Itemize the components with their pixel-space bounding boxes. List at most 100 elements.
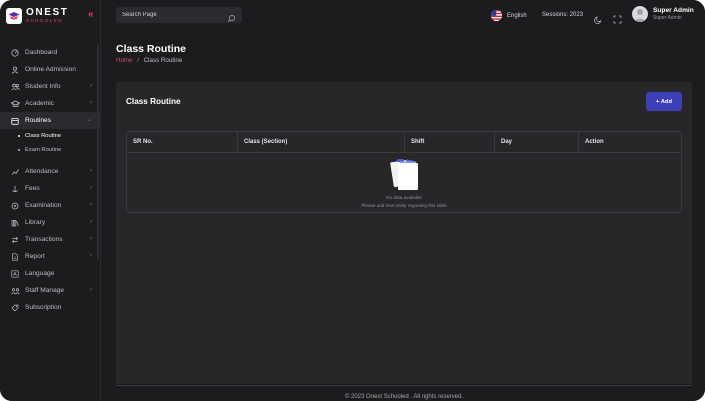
breadcrumb-separator: /	[137, 57, 139, 64]
chevron-right-icon: ›	[90, 168, 92, 174]
bullet-icon	[18, 149, 20, 151]
report-icon	[10, 252, 20, 262]
add-button[interactable]: + Add	[646, 92, 682, 111]
sidebar-subitem-label: Class Routine	[25, 133, 62, 139]
us-flag-icon	[491, 10, 502, 21]
sidebar-item-library[interactable]: Library ›	[0, 214, 100, 231]
sidebar-item-online-admission[interactable]: Online Admission	[0, 61, 100, 78]
calendar-icon	[10, 116, 20, 126]
subscription-icon	[10, 303, 20, 313]
breadcrumb-current: Class Routine	[143, 57, 183, 64]
user-menu[interactable]: Super Admin Super Admin	[632, 6, 694, 22]
sidebar-item-label: Attendance	[25, 168, 59, 175]
sidebar-item-transactions[interactable]: Transactions ›	[0, 231, 100, 248]
user-name: Super Admin	[653, 6, 694, 14]
library-icon	[10, 218, 20, 228]
footer: © 2023 Onest Schooled . All rights reser…	[116, 385, 692, 401]
collapse-sidebar-icon[interactable]: «	[88, 9, 94, 20]
sidebar-item-academic[interactable]: Academic ›	[0, 95, 100, 112]
column-header-class-section[interactable]: Class (Section)	[238, 132, 405, 152]
avatar	[632, 6, 648, 22]
sidebar-item-label: Staff Manage	[25, 287, 65, 294]
sidebar-item-label: Routines	[25, 117, 52, 124]
sidebar-subitem-class-routine[interactable]: Class Routine	[0, 129, 100, 143]
sidebar-item-dashboard[interactable]: Dashboard	[0, 44, 100, 61]
card-title: Class Routine	[126, 97, 181, 106]
breadcrumb: Home / Class Routine	[116, 57, 182, 64]
column-header-shift[interactable]: Shift	[405, 132, 495, 152]
empty-title: No data available	[386, 195, 422, 200]
sidebar-item-routines[interactable]: Routines ⌄	[0, 112, 100, 129]
breadcrumb-home-link[interactable]: Home	[116, 57, 133, 64]
class-routine-table: SR No. Class (Section) Shift Day Action	[126, 131, 682, 213]
dashboard-icon	[10, 48, 20, 58]
column-header-sr-no[interactable]: SR No.	[127, 132, 238, 152]
brand-logo[interactable]: ONEST SCHOOLED	[6, 7, 68, 25]
chevron-right-icon: ›	[90, 219, 92, 225]
sidebar-subitem-exam-routine[interactable]: Exam Routine	[0, 143, 100, 157]
examination-icon	[10, 201, 20, 211]
sidebar-item-label: Online Admission	[25, 66, 76, 73]
class-routine-card: Class Routine + Add SR No. Class (Sectio…	[116, 82, 692, 384]
sidebar-subitem-label: Exam Routine	[25, 147, 62, 153]
column-header-action: Action	[585, 139, 604, 145]
sidebar-item-language[interactable]: Language	[0, 265, 100, 282]
empty-documents-icon	[389, 156, 421, 197]
sidebar-menu: Dashboard Online Admission Student Info …	[0, 44, 100, 316]
search-icon[interactable]	[227, 10, 236, 28]
sidebar-item-label: Examination	[25, 202, 62, 209]
sidebar-scrollbar[interactable]	[97, 44, 99, 260]
sidebar-item-fees[interactable]: Fees ›	[0, 180, 100, 197]
chevron-down-icon: ⌄	[86, 117, 92, 123]
chevron-right-icon: ›	[90, 100, 92, 106]
session-label[interactable]: Sessions: 2023	[542, 12, 583, 18]
bullet-icon	[18, 135, 20, 137]
chevron-right-icon: ›	[90, 185, 92, 191]
language-icon	[10, 269, 20, 279]
sidebar-item-staff-manage[interactable]: Staff Manage ›	[0, 282, 100, 299]
chevron-right-icon: ›	[90, 253, 92, 259]
empty-subtitle: Please add new entity regarding this tab…	[361, 203, 447, 208]
attendance-icon	[10, 167, 20, 177]
sidebar-item-label: Academic	[25, 100, 54, 107]
sidebar-item-label: Library	[25, 219, 46, 226]
chevron-right-icon: ›	[90, 83, 92, 89]
user-role: Super Admin	[653, 14, 682, 21]
chevron-right-icon: ›	[90, 236, 92, 242]
sidebar-item-label: Subscription	[25, 304, 62, 311]
sidebar-item-label: Report	[25, 253, 45, 260]
sidebar-item-student-info[interactable]: Student Info ›	[0, 78, 100, 95]
empty-state: No data available Please add new entity …	[127, 153, 681, 213]
graduation-cap-logo-icon	[6, 8, 22, 24]
sidebar-item-label: Student Info	[25, 83, 61, 90]
search-input[interactable]	[122, 12, 222, 18]
chevron-right-icon: ›	[90, 202, 92, 208]
page-title: Class Routine	[116, 43, 187, 55]
theme-toggle-icon[interactable]	[594, 11, 603, 29]
sidebar-item-attendance[interactable]: Attendance ›	[0, 163, 100, 180]
sidebar-item-label: Fees	[25, 185, 40, 192]
app-window: ONEST SCHOOLED « Dashboard Online Admiss…	[0, 0, 705, 401]
user-icon	[10, 65, 20, 75]
column-header-day[interactable]: Day	[495, 132, 579, 152]
language-selector[interactable]: English	[491, 10, 527, 21]
brand-subtitle: SCHOOLED	[26, 18, 63, 24]
sidebar-item-subscription[interactable]: Subscription	[0, 299, 100, 316]
language-label: English	[507, 12, 527, 19]
fullscreen-icon[interactable]	[613, 11, 622, 29]
sidebar-item-report[interactable]: Report ›	[0, 248, 100, 265]
top-header: English Sessions: 2023 Super Admin Super…	[101, 0, 705, 31]
chevron-right-icon: ›	[90, 287, 92, 293]
staff-icon	[10, 286, 20, 296]
table-header: SR No. Class (Section) Shift Day Action	[127, 132, 681, 153]
users-icon	[10, 82, 20, 92]
graduation-cap-icon	[10, 99, 20, 109]
sidebar-item-label: Language	[25, 270, 55, 277]
sidebar-item-label: Dashboard	[25, 49, 58, 56]
sidebar-item-examination[interactable]: Examination ›	[0, 197, 100, 214]
fees-icon	[10, 184, 20, 194]
main-content: Class Routine Home / Class Routine Class…	[101, 31, 705, 401]
sidebar-item-label: Transactions	[25, 236, 63, 243]
transactions-icon	[10, 235, 20, 245]
search-box	[116, 7, 242, 23]
